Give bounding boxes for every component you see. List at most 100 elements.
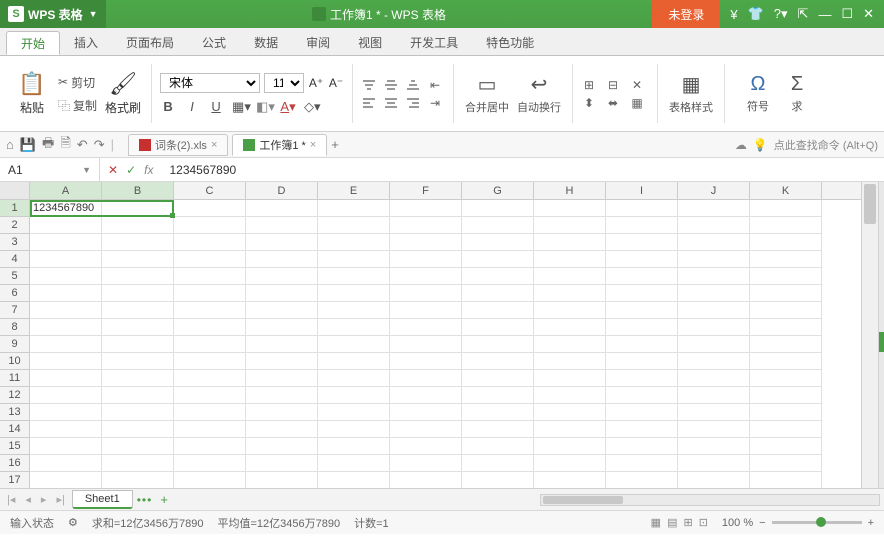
cell[interactable] <box>606 421 678 438</box>
cell[interactable] <box>246 217 318 234</box>
font-name-select[interactable]: 宋体 <box>160 73 260 93</box>
cell[interactable] <box>30 302 102 319</box>
close-tab-icon[interactable]: × <box>310 139 316 151</box>
tab-special[interactable]: 特色功能 <box>472 31 548 55</box>
row-header[interactable]: 1 <box>0 200 30 217</box>
cell[interactable] <box>318 370 390 387</box>
cell[interactable] <box>102 472 174 488</box>
login-button[interactable]: 未登录 <box>652 0 720 28</box>
cell[interactable] <box>606 200 678 217</box>
cell[interactable] <box>390 319 462 336</box>
cell[interactable] <box>390 438 462 455</box>
cell[interactable] <box>102 268 174 285</box>
cell[interactable] <box>246 251 318 268</box>
cell[interactable] <box>606 438 678 455</box>
sheet-nav-last[interactable]: ▸| <box>53 493 67 506</box>
cell[interactable]: 1234567890 <box>30 200 102 217</box>
cell[interactable] <box>30 472 102 488</box>
new-tab-button[interactable]: + <box>331 137 339 152</box>
cell[interactable] <box>102 455 174 472</box>
cell[interactable] <box>318 319 390 336</box>
fill-color-button[interactable]: ◧▾ <box>256 99 272 115</box>
cell[interactable] <box>102 200 174 217</box>
cell[interactable] <box>318 336 390 353</box>
merge-cells-button[interactable]: ▭合并居中 <box>462 72 512 115</box>
cell[interactable] <box>678 455 750 472</box>
tab-layout[interactable]: 页面布局 <box>112 31 188 55</box>
cell[interactable] <box>750 285 822 302</box>
cut-button[interactable]: ✂剪切 <box>54 72 101 93</box>
row-header[interactable]: 12 <box>0 387 30 404</box>
cell[interactable] <box>750 353 822 370</box>
redo-icon[interactable]: ↷ <box>94 137 105 153</box>
align-bottom-button[interactable] <box>405 78 421 92</box>
cell[interactable] <box>246 302 318 319</box>
formula-input[interactable]: 1234567890 <box>161 163 884 177</box>
fx-button[interactable]: fx <box>144 163 153 177</box>
col-width-button[interactable]: ⬌ <box>605 96 621 110</box>
cell[interactable] <box>606 387 678 404</box>
cell[interactable] <box>318 285 390 302</box>
cell[interactable] <box>174 268 246 285</box>
cell[interactable] <box>678 438 750 455</box>
cell[interactable] <box>750 472 822 488</box>
cell[interactable] <box>102 285 174 302</box>
copy-button[interactable]: ⿻复制 <box>54 95 101 116</box>
cell[interactable] <box>750 234 822 251</box>
command-search[interactable]: 点此查找命令 (Alt+Q) <box>774 137 878 153</box>
cell[interactable] <box>750 268 822 285</box>
cell[interactable] <box>174 404 246 421</box>
symbol-button[interactable]: Ω符号 <box>733 73 783 114</box>
cell[interactable] <box>534 200 606 217</box>
cell[interactable] <box>174 217 246 234</box>
row-header[interactable]: 6 <box>0 285 30 302</box>
cell[interactable] <box>390 421 462 438</box>
skin-icon[interactable]: 👕 <box>748 6 764 22</box>
format-button[interactable]: ▦ <box>629 96 645 110</box>
view-reading-button[interactable]: ⊡ <box>699 516 708 529</box>
cell[interactable] <box>30 404 102 421</box>
cell[interactable] <box>246 370 318 387</box>
row-header[interactable]: 15 <box>0 438 30 455</box>
print-preview-icon[interactable]: 🗎 <box>60 134 70 156</box>
col-header-B[interactable]: B <box>102 182 174 199</box>
col-header-F[interactable]: F <box>390 182 462 199</box>
tab-view[interactable]: 视图 <box>344 31 396 55</box>
cell[interactable] <box>750 438 822 455</box>
cell[interactable] <box>246 472 318 488</box>
cell[interactable] <box>174 353 246 370</box>
cell[interactable] <box>174 251 246 268</box>
print-icon[interactable]: 🖶 <box>42 134 54 156</box>
cell[interactable] <box>30 421 102 438</box>
cell[interactable] <box>750 302 822 319</box>
cell[interactable] <box>534 302 606 319</box>
cell[interactable] <box>174 285 246 302</box>
cell[interactable] <box>246 285 318 302</box>
font-size-select[interactable]: 11 <box>264 73 304 93</box>
cell[interactable] <box>174 319 246 336</box>
cell[interactable] <box>30 455 102 472</box>
underline-button[interactable]: U <box>208 99 224 114</box>
col-header-H[interactable]: H <box>534 182 606 199</box>
cell[interactable] <box>750 217 822 234</box>
zoom-knob[interactable] <box>816 517 826 527</box>
cell[interactable] <box>102 404 174 421</box>
table-style-button[interactable]: ▦表格样式 <box>666 72 716 115</box>
cell[interactable] <box>678 319 750 336</box>
cell[interactable] <box>30 353 102 370</box>
row-header[interactable]: 4 <box>0 251 30 268</box>
cell[interactable] <box>678 251 750 268</box>
row-header[interactable]: 5 <box>0 268 30 285</box>
share-icon[interactable]: ⇱ <box>798 6 809 22</box>
cell[interactable] <box>102 438 174 455</box>
home-icon[interactable]: ⌂ <box>6 137 14 152</box>
cell[interactable] <box>102 421 174 438</box>
cell[interactable] <box>390 251 462 268</box>
sheet-menu-button[interactable]: ••• <box>137 493 153 507</box>
indent-increase-button[interactable]: ⇥ <box>427 96 443 110</box>
cell[interactable] <box>462 319 534 336</box>
cell[interactable] <box>462 217 534 234</box>
cell[interactable] <box>606 319 678 336</box>
row-header[interactable]: 17 <box>0 472 30 488</box>
col-header-E[interactable]: E <box>318 182 390 199</box>
